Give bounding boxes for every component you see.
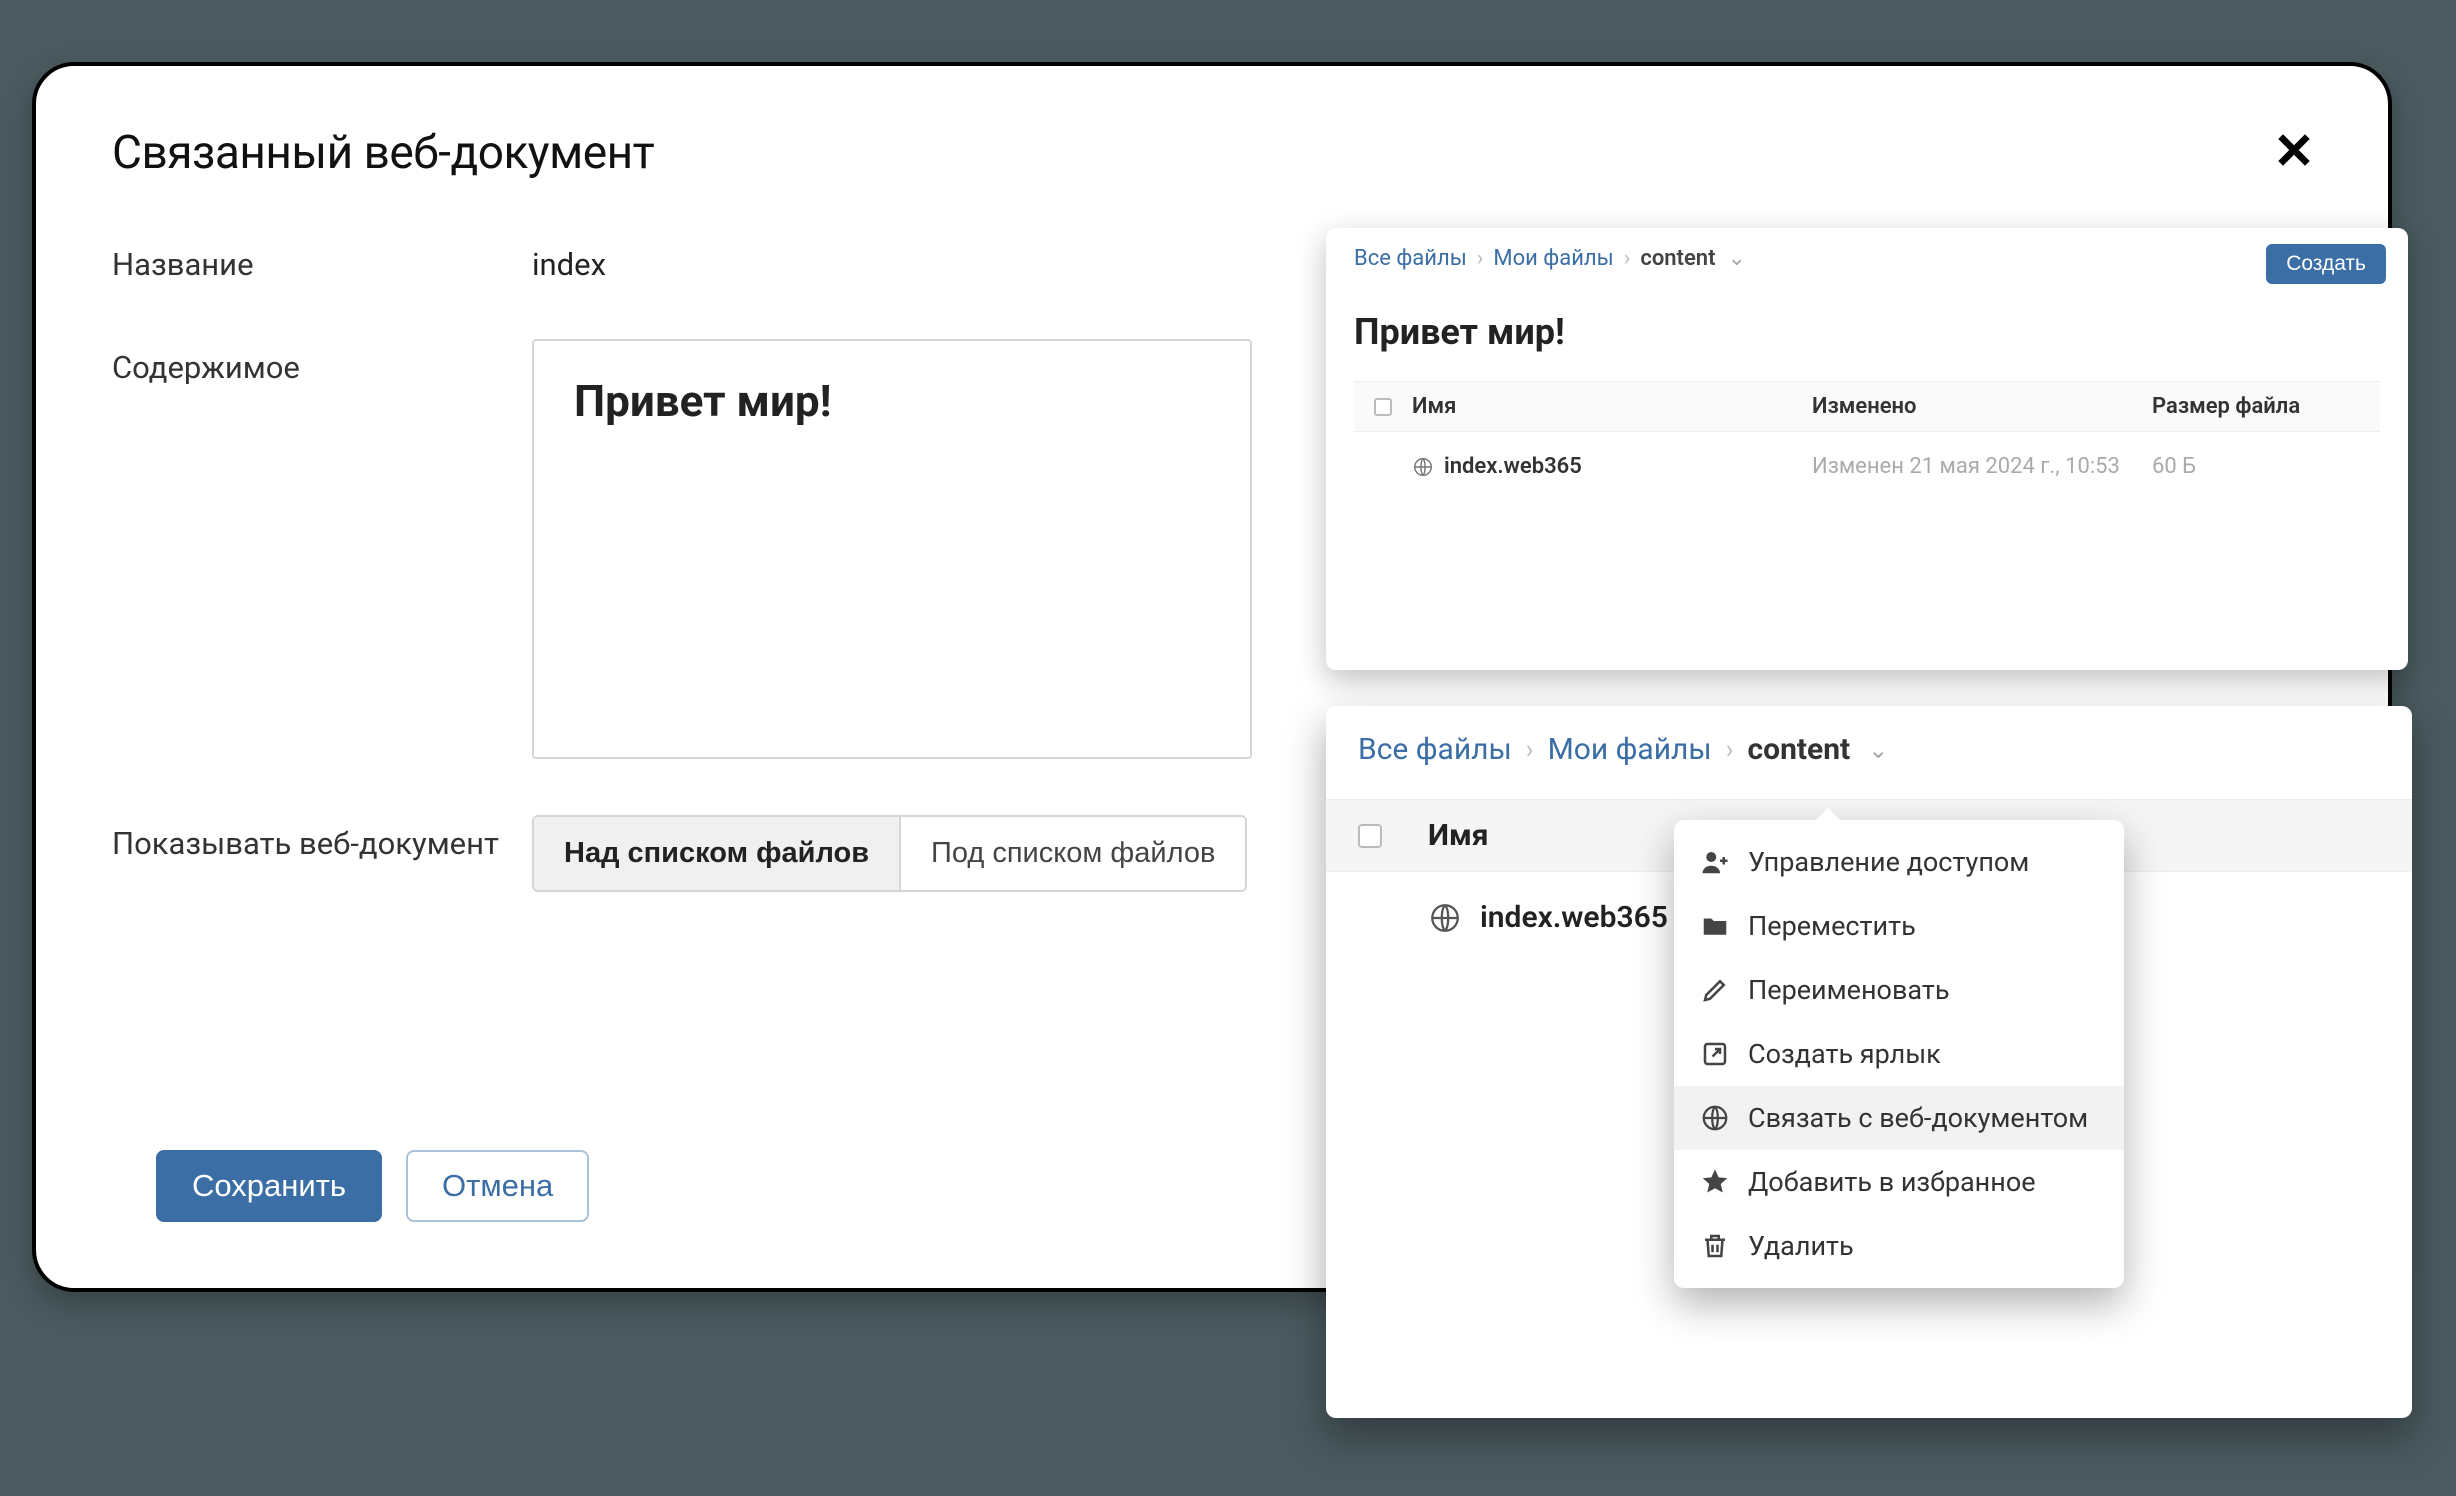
content-editor[interactable]: Привет мир! <box>532 339 1252 759</box>
breadcrumb-link[interactable]: Все файлы <box>1358 732 1512 767</box>
table-header: Имя Изменено Размер файла <box>1354 381 2380 432</box>
web-doc-icon <box>1428 901 1462 935</box>
close-button[interactable] <box>2266 122 2322 178</box>
menu-item-access[interactable]: Управление доступом <box>1674 830 2124 894</box>
breadcrumb-link[interactable]: Мои файлы <box>1548 732 1712 767</box>
menu-item-label: Управление доступом <box>1748 846 2029 878</box>
menu-item-favorite[interactable]: Добавить в избранное <box>1674 1150 2124 1214</box>
menu-item-label: Переместить <box>1748 910 1916 942</box>
web-doc-icon <box>1700 1103 1730 1133</box>
file-modified: Изменен 21 мая 2024 г., 10:53 <box>1812 454 2152 479</box>
file-name: index.web365 <box>1480 900 1668 935</box>
select-all-checkbox[interactable] <box>1358 824 1382 848</box>
save-button[interactable]: Сохранить <box>156 1150 382 1222</box>
column-modified[interactable]: Изменено <box>1812 394 2152 419</box>
file-size: 60 Б <box>2152 454 2380 479</box>
position-above-option[interactable]: Над списком файлов <box>534 817 899 890</box>
chevron-down-icon[interactable]: ⌄ <box>1727 246 1745 271</box>
web-doc-icon <box>1412 456 1434 478</box>
trash-icon <box>1700 1231 1730 1261</box>
menu-item-label: Удалить <box>1748 1230 1854 1262</box>
breadcrumb-link[interactable]: Мои файлы <box>1493 246 1613 271</box>
dialog-title: Связанный веб-документ <box>112 126 2312 180</box>
shortcut-icon <box>1700 1039 1730 1069</box>
name-label: Название <box>112 236 532 283</box>
chevron-down-icon[interactable]: ⌄ <box>1868 736 1888 764</box>
menu-item-delete[interactable]: Удалить <box>1674 1214 2124 1278</box>
folder-move-icon <box>1700 911 1730 941</box>
file-name: index.web365 <box>1444 454 1582 479</box>
context-menu: Управление доступом Переместить Переимен… <box>1674 820 2124 1288</box>
breadcrumb-current[interactable]: content <box>1748 732 1851 767</box>
breadcrumb: Все файлы › Мои файлы › content ⌄ <box>1326 732 2412 767</box>
chevron-right-icon: › <box>1477 246 1484 271</box>
menu-item-label: Переименовать <box>1748 974 1950 1006</box>
column-name[interactable]: Имя <box>1412 394 1812 419</box>
name-value[interactable]: index <box>532 236 606 283</box>
user-plus-icon <box>1700 847 1730 877</box>
column-size[interactable]: Размер файла <box>2152 394 2380 419</box>
menu-item-rename[interactable]: Переименовать <box>1674 958 2124 1022</box>
cancel-button[interactable]: Отмена <box>406 1150 589 1222</box>
chevron-right-icon: › <box>1526 735 1534 765</box>
position-below-option[interactable]: Под списком файлов <box>899 817 1245 890</box>
menu-item-shortcut[interactable]: Создать ярлык <box>1674 1022 2124 1086</box>
position-label: Показывать веб-документ <box>112 815 532 862</box>
chevron-right-icon: › <box>1624 246 1631 271</box>
chevron-right-icon: › <box>1726 735 1734 765</box>
menu-item-label: Добавить в избранное <box>1748 1166 2036 1198</box>
close-icon <box>2274 130 2314 170</box>
menu-item-label: Создать ярлык <box>1748 1038 1941 1070</box>
select-all-checkbox[interactable] <box>1374 398 1392 416</box>
file-browser-preview: Все файлы › Мои файлы › content ⌄ Создат… <box>1326 228 2408 670</box>
position-segmented: Над списком файлов Под списком файлов <box>532 815 1247 892</box>
menu-item-link-web-doc[interactable]: Связать с веб-документом <box>1674 1086 2124 1150</box>
create-button[interactable]: Создать <box>2266 244 2386 284</box>
content-editor-text: Привет мир! <box>574 375 1210 427</box>
breadcrumb-link[interactable]: Все файлы <box>1354 246 1467 271</box>
pencil-icon <box>1700 975 1730 1005</box>
folder-title: Привет мир! <box>1354 311 2380 353</box>
breadcrumb: Все файлы › Мои файлы › content ⌄ <box>1354 246 2380 271</box>
menu-item-label: Связать с веб-документом <box>1748 1102 2088 1134</box>
content-label: Содержимое <box>112 339 532 386</box>
breadcrumb-current[interactable]: content <box>1640 246 1715 271</box>
table-row[interactable]: index.web365 Изменен 21 мая 2024 г., 10:… <box>1354 432 2380 501</box>
star-icon <box>1700 1167 1730 1197</box>
menu-item-move[interactable]: Переместить <box>1674 894 2124 958</box>
